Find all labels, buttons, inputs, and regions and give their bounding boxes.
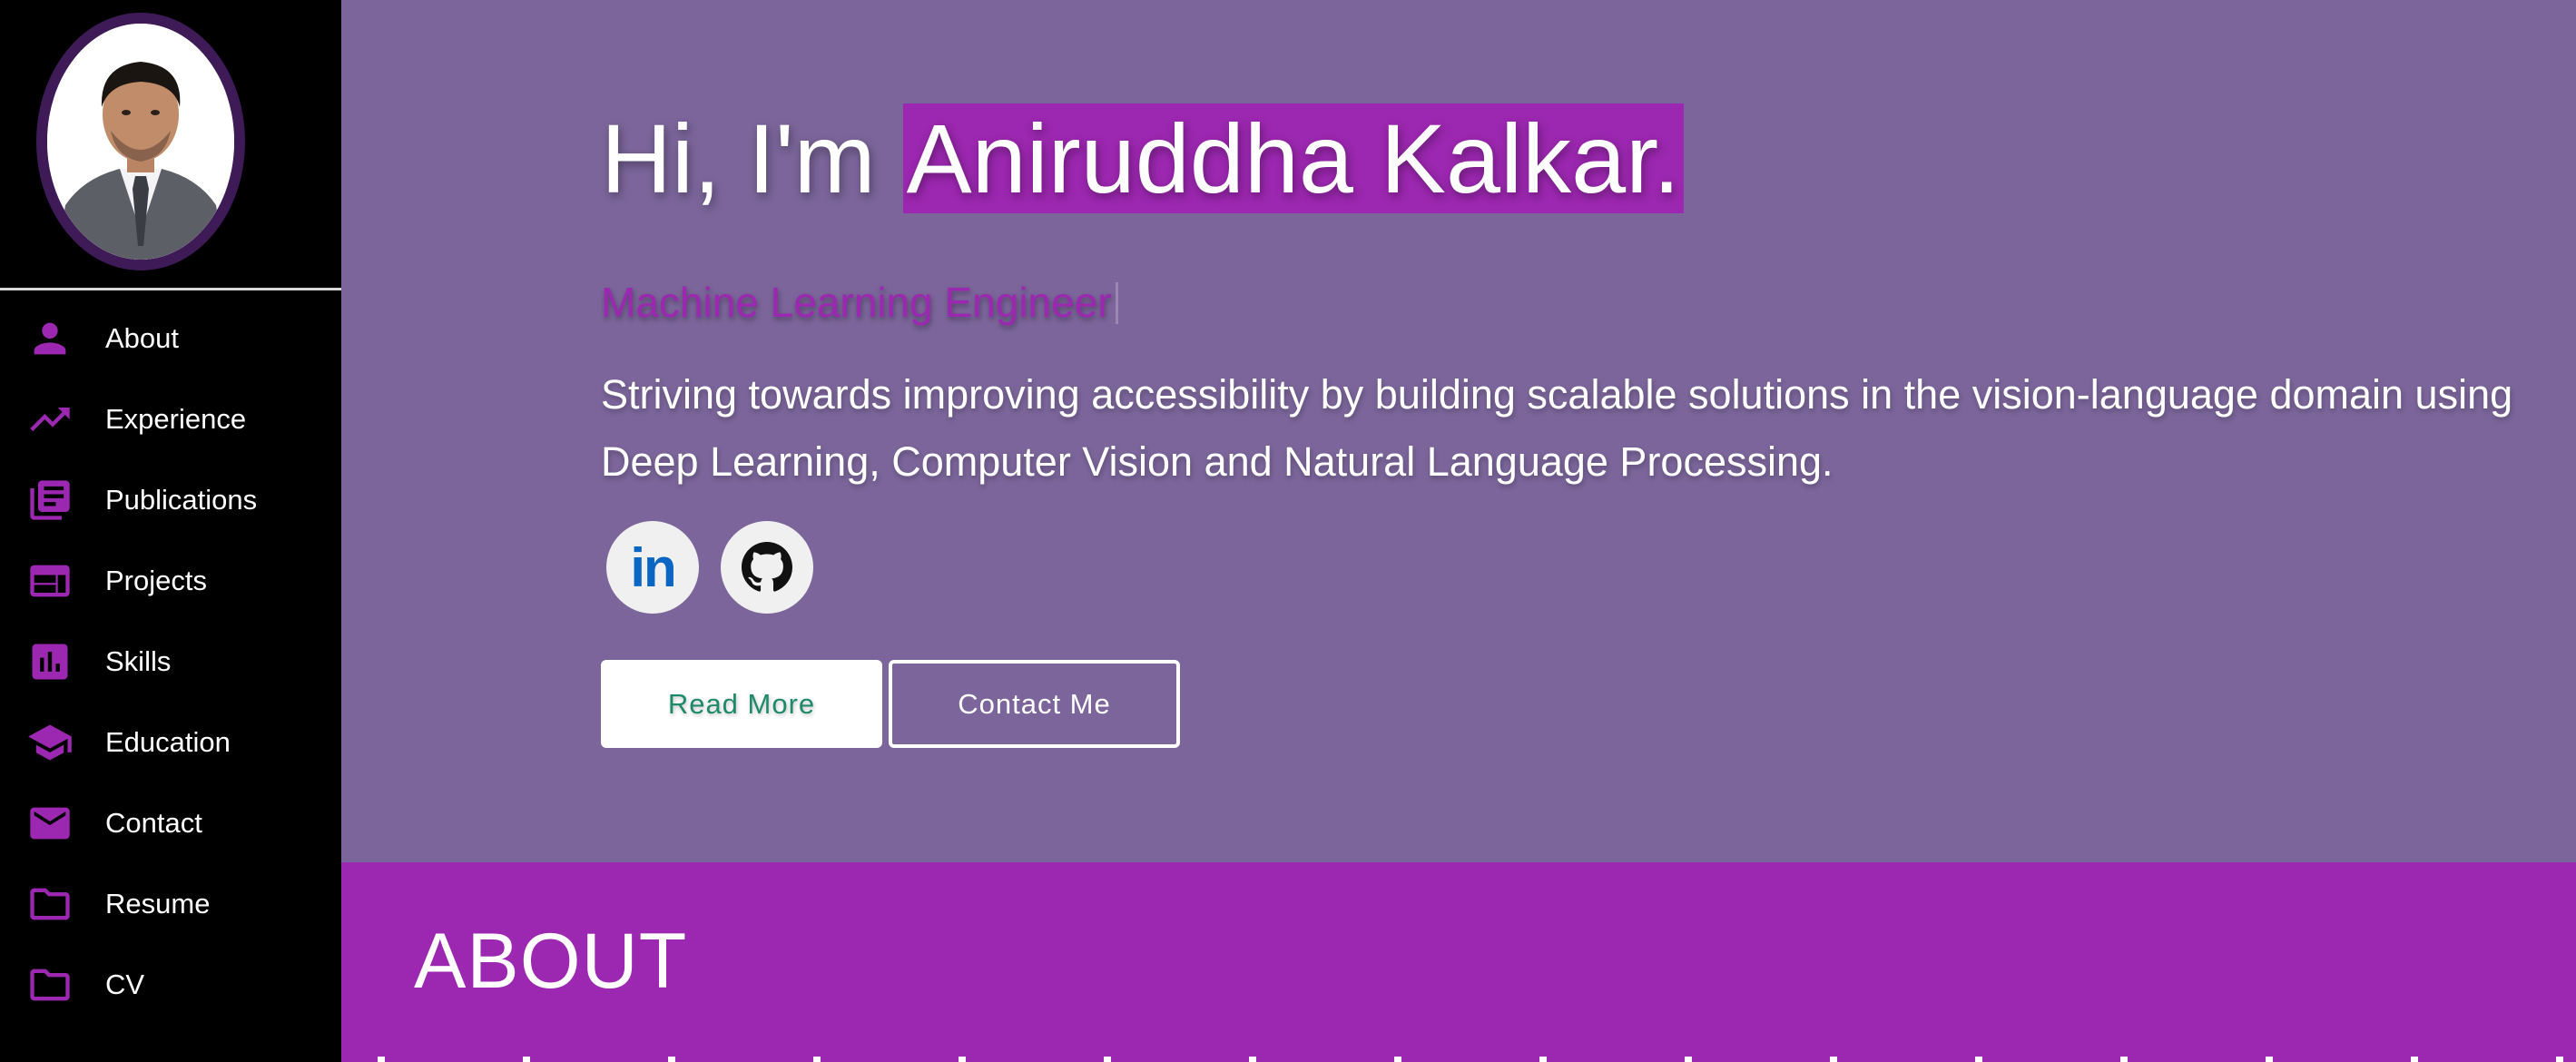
sidebar-nav: About Experience Publications Projects S… [0, 298, 341, 1025]
mail-icon [24, 797, 76, 850]
avatar [47, 24, 234, 260]
linkedin-icon: in [630, 536, 676, 598]
sidebar-item-about[interactable]: About [0, 298, 341, 379]
sidebar-item-label: Experience [105, 402, 247, 435]
sidebar-item-resume[interactable]: Resume [0, 863, 341, 944]
contact-me-button[interactable]: Contact Me [889, 660, 1180, 748]
trending-up-icon [24, 393, 76, 446]
hero-section: Hi, I'm Aniruddha Kalkar. Machine Learni… [341, 0, 2576, 862]
sidebar-item-education[interactable]: Education [0, 702, 341, 782]
github-button[interactable] [721, 521, 813, 614]
web-icon [24, 555, 76, 607]
sidebar-divider [0, 288, 341, 290]
sidebar-item-publications[interactable]: Publications [0, 459, 341, 540]
sidebar-item-label: Publications [105, 483, 258, 516]
school-icon [24, 716, 76, 769]
read-more-button[interactable]: Read More [601, 660, 882, 748]
bar-chart-icon [24, 635, 76, 688]
hero-subtitle-text: Machine Learning Engineer [601, 279, 1112, 326]
github-icon [742, 542, 792, 592]
hero-description: Striving towards improving accessibility… [601, 371, 2513, 485]
person-icon [24, 312, 76, 365]
hero-subtitle: Machine Learning Engineer [601, 278, 1118, 327]
about-heading: ABOUT [414, 918, 688, 1005]
library-books-icon [24, 474, 76, 526]
hero-name: Aniruddha Kalkar. [902, 103, 1685, 213]
about-section: ABOUT [341, 862, 2576, 1062]
avatar-ring [36, 13, 245, 270]
hero-greeting: Hi, I'm [601, 103, 903, 213]
sidebar-item-projects[interactable]: Projects [0, 540, 341, 621]
hero-title: Hi, I'm Aniruddha Kalkar. [601, 98, 1685, 220]
about-divider [378, 1057, 2576, 1062]
sidebar-item-label: Contact [105, 806, 202, 839]
sidebar-item-contact[interactable]: Contact [0, 782, 341, 863]
sidebar-item-label: Education [105, 725, 231, 758]
sidebar-item-label: Skills [105, 644, 172, 677]
portfolio-page: About Experience Publications Projects S… [0, 0, 2576, 1062]
sidebar-item-label: CV [105, 968, 145, 1000]
sidebar-item-experience[interactable]: Experience [0, 379, 341, 459]
linkedin-button[interactable]: in [606, 521, 699, 614]
profile-photo [47, 24, 234, 260]
sidebar-item-label: About [105, 321, 180, 354]
sidebar-item-skills[interactable]: Skills [0, 621, 341, 702]
folder-icon [24, 878, 76, 930]
sidebar-item-label: Projects [105, 564, 207, 596]
sidebar: About Experience Publications Projects S… [0, 0, 341, 1062]
sidebar-item-label: Resume [105, 887, 211, 919]
typing-cursor [1115, 282, 1118, 324]
folder-icon [24, 959, 76, 1011]
sidebar-item-cv[interactable]: CV [0, 944, 341, 1025]
